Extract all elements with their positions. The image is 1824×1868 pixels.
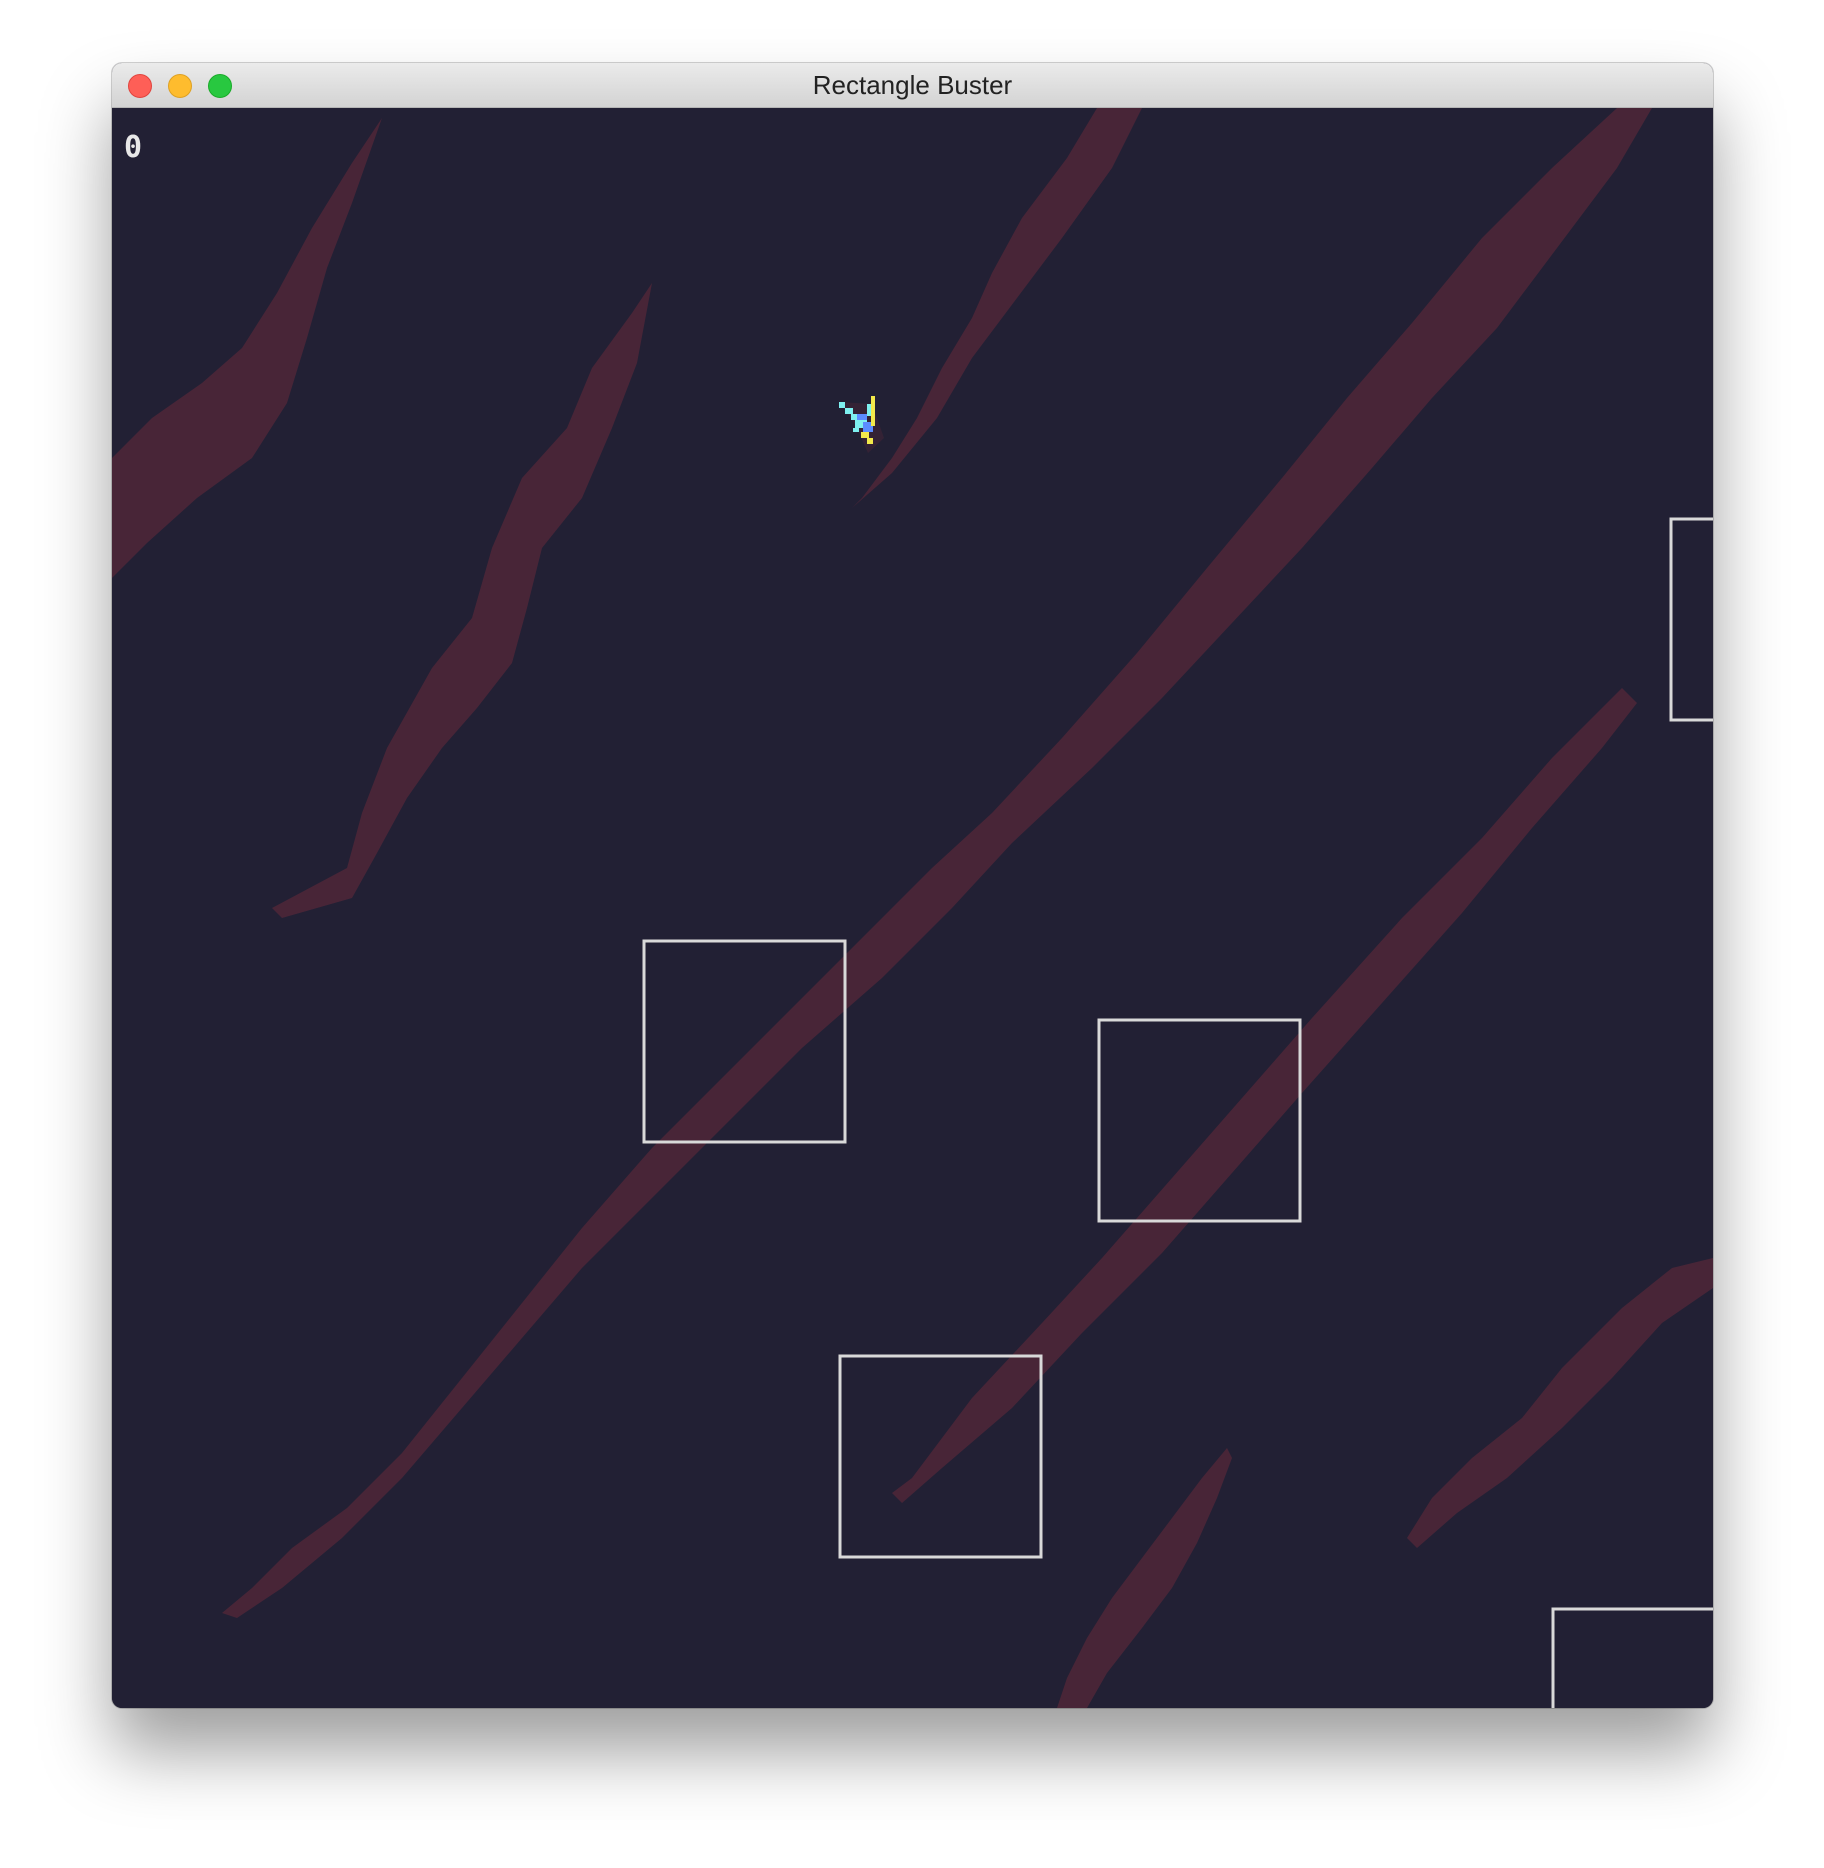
enemy-rectangle	[1669, 517, 1713, 722]
enemy-rectangle	[642, 939, 847, 1144]
streak	[1057, 1448, 1232, 1708]
window-title: Rectangle Buster	[812, 70, 1013, 100]
streak	[1407, 1258, 1713, 1548]
player-ship	[839, 396, 884, 453]
score-counter: 0	[124, 130, 144, 165]
game-scene	[112, 108, 1713, 1708]
streak	[852, 108, 1142, 508]
game-canvas[interactable]: 0	[112, 108, 1713, 1708]
enemy-rectangle	[1551, 1607, 1713, 1708]
streak	[272, 283, 652, 918]
background-streaks	[112, 108, 1713, 1708]
streak	[112, 118, 382, 578]
game-window: Rectangle Buster 0	[112, 63, 1713, 1708]
title-bar[interactable]: Rectangle Buster	[112, 63, 1713, 108]
streak	[222, 108, 1652, 1618]
